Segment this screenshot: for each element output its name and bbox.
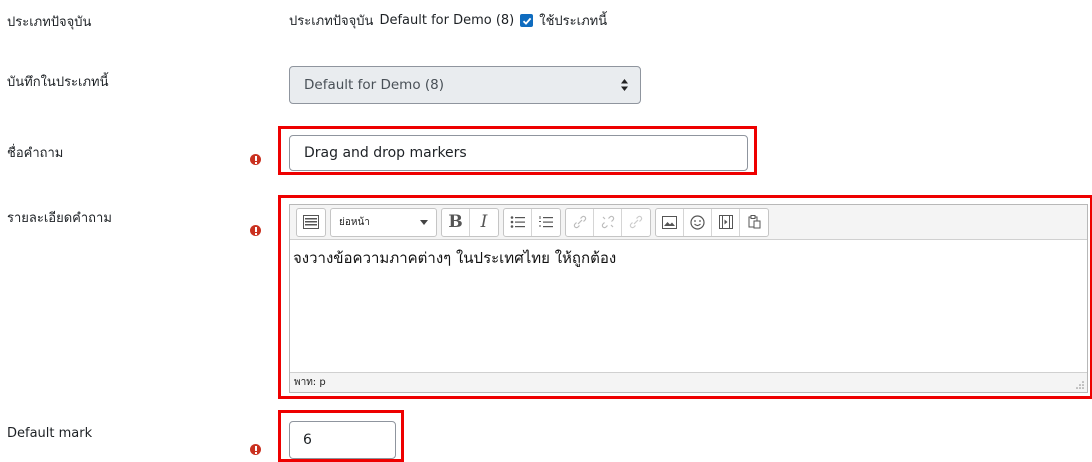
default-mark-label: Default mark [7, 426, 93, 441]
italic-icon[interactable]: I [470, 209, 498, 236]
bold-icon[interactable]: B [442, 208, 470, 236]
toolbar-group-text-style: B I [441, 207, 499, 237]
use-this-category-label[interactable]: ใช้ประเภทนี้ [539, 10, 607, 31]
question-text-label: รายละเอียดคำถาม [7, 211, 112, 226]
paste-icon[interactable] [740, 209, 768, 236]
save-in-category-label: บันทึกในประเภทนี้ [7, 75, 109, 90]
save-in-category-select[interactable]: Default for Demo (8) [289, 66, 641, 104]
question-name-input[interactable]: Drag and drop markers [289, 135, 748, 171]
toolbar-toggle-icon[interactable] [297, 209, 325, 236]
media-icon[interactable] [712, 208, 740, 236]
resize-handle-icon[interactable] [1075, 380, 1085, 390]
image-icon[interactable] [656, 208, 684, 236]
save-in-category-value: Default for Demo (8) [304, 77, 444, 93]
required-icon [250, 154, 261, 165]
editor-status-bar: พาท: p [290, 372, 1087, 392]
toolbar-group-toggle [296, 207, 326, 237]
question-text-editor[interactable]: ย่อหน้า B I จงวางข้อความภาคต่างๆ ในประเท… [289, 204, 1088, 393]
toolbar-group-lists [503, 207, 561, 237]
current-category-info: ประเภทปัจจุบัน Default for Demo (8) ใช้ป… [289, 10, 607, 31]
current-category-label: ประเภทปัจจุบัน [7, 15, 92, 30]
use-this-category-checkbox[interactable] [520, 14, 534, 27]
dropdown-caret-icon [420, 219, 428, 225]
link-icon[interactable] [566, 208, 594, 236]
toolbar-group-media [655, 207, 769, 237]
bullet-list-icon[interactable] [504, 208, 532, 236]
current-category-value: Default for Demo (8) [379, 13, 515, 28]
select-arrows-icon [621, 79, 628, 91]
question-text-content: จงวางข้อความภาคต่างๆ ในประเทศไทย ให้ถูกต… [293, 249, 617, 267]
current-category-prefix: ประเภทปัจจุบัน [289, 14, 374, 29]
question-name-value: Drag and drop markers [304, 145, 467, 161]
paragraph-format-value: ย่อหน้า [339, 216, 370, 228]
required-icon [250, 225, 261, 236]
default-mark-value: 6 [303, 432, 312, 448]
editor-toolbar: ย่อหน้า B I [290, 205, 1087, 240]
toolbar-group-format: ย่อหน้า [330, 207, 437, 237]
emoticon-icon[interactable] [684, 208, 712, 236]
question-name-label: ชื่อคำถาม [7, 146, 64, 161]
required-icon [250, 444, 261, 455]
element-path: พาท: p [294, 377, 326, 388]
paragraph-format-select[interactable]: ย่อหน้า [331, 209, 436, 236]
default-mark-input[interactable]: 6 [289, 421, 396, 459]
toolbar-group-links [565, 207, 651, 237]
unlink-icon[interactable] [594, 208, 622, 236]
editor-content[interactable]: จงวางข้อความภาคต่างๆ ในประเทศไทย ให้ถูกต… [290, 240, 1087, 360]
numbered-list-icon[interactable] [532, 209, 560, 236]
auto-link-icon[interactable] [622, 209, 650, 236]
